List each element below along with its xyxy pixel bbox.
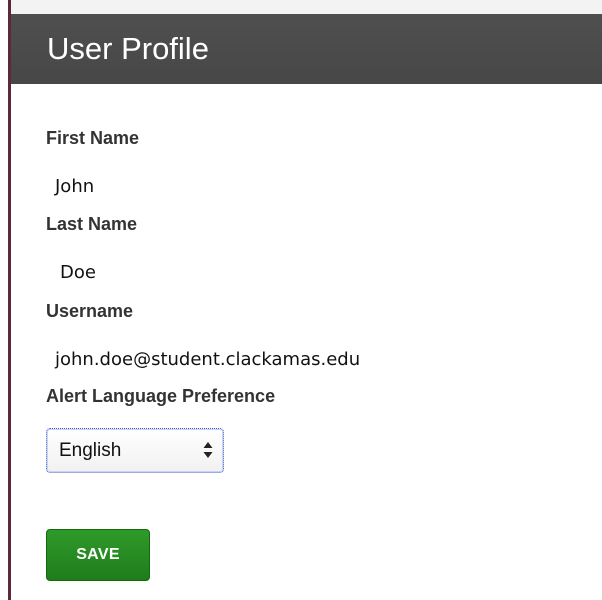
- top-strip: [11, 0, 602, 14]
- first-name-label: First Name: [46, 128, 140, 148]
- left-border-rule: [8, 0, 11, 600]
- up-down-arrows-icon: [203, 441, 213, 459]
- username-value: john.doe@student.clackamas.edu: [55, 349, 361, 370]
- user-profile-page: User Profile First Name John Last Name D…: [0, 0, 602, 600]
- alert-language-selected-value: English: [59, 440, 122, 461]
- page-title: User Profile: [47, 31, 209, 66]
- first-name-value: John: [55, 176, 95, 197]
- alert-language-select[interactable]: English: [46, 428, 224, 473]
- username-label: Username: [46, 301, 134, 321]
- last-name-label: Last Name: [46, 214, 138, 234]
- save-button[interactable]: SAVE: [46, 529, 150, 581]
- header-bar: User Profile: [11, 14, 602, 84]
- alert-language-label: Alert Language Preference: [46, 386, 276, 406]
- last-name-value: Doe: [60, 262, 96, 283]
